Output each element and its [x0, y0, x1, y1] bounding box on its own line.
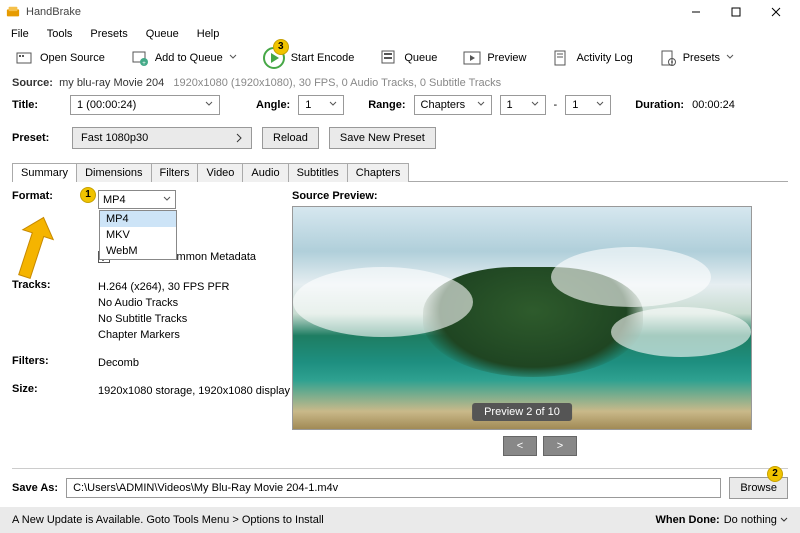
format-option-mp4[interactable]: MP4 — [100, 211, 176, 227]
duration-label: Duration: — [635, 99, 684, 111]
preview-button[interactable]: Preview — [457, 47, 532, 69]
svg-text:+: + — [142, 61, 146, 67]
title-select[interactable]: 1 (00:00:24) — [70, 95, 220, 115]
source-label: Source: — [12, 77, 53, 89]
app-icon — [6, 5, 20, 19]
annotation-badge-3: 3 — [273, 39, 289, 55]
maximize-button[interactable] — [716, 0, 756, 24]
preview-next-button[interactable]: > — [543, 436, 577, 456]
tab-subtitles[interactable]: Subtitles — [288, 163, 348, 182]
chevron-down-icon — [163, 194, 171, 206]
reload-button[interactable]: Reload — [262, 127, 319, 149]
add-to-queue-button[interactable]: + Add to Queue — [125, 47, 243, 69]
tab-chapters[interactable]: Chapters — [347, 163, 410, 182]
toolbar: Open Source + Add to Queue 3 Start Encod… — [0, 43, 800, 73]
queue-icon — [380, 49, 398, 67]
format-option-webm[interactable]: WebM — [100, 243, 176, 259]
browse-button[interactable]: Browse 2 — [729, 477, 788, 499]
preview-icon — [463, 49, 481, 67]
range-from-select[interactable]: 1 — [500, 95, 546, 115]
menu-help[interactable]: Help — [188, 26, 229, 42]
chevron-down-icon — [205, 99, 213, 111]
add-queue-label: Add to Queue — [155, 52, 223, 64]
preset-label: Preset: — [12, 132, 62, 144]
annotation-badge-1: 1 — [80, 187, 96, 203]
format-dropdown: MP4 MKV WebM — [99, 210, 177, 260]
source-preview-image: Preview 2 of 10 — [292, 206, 752, 430]
add-queue-icon: + — [131, 49, 149, 67]
track-line: H.264 (x264), 30 FPS PFR — [98, 279, 229, 295]
menubar: File Tools Presets Queue Help — [0, 24, 800, 43]
activity-log-button[interactable]: Activity Log — [546, 47, 638, 69]
preview-caption: Preview 2 of 10 — [472, 403, 572, 421]
menu-queue[interactable]: Queue — [137, 26, 188, 42]
annotation-badge-2: 2 — [767, 466, 783, 482]
format-select[interactable]: MP4 MP4 MKV WebM — [98, 190, 176, 209]
presets-icon — [659, 49, 677, 67]
filters-label: Filters: — [12, 355, 76, 367]
save-as-input[interactable] — [66, 478, 721, 498]
title-label: Title: — [12, 99, 62, 111]
chevron-down-icon — [477, 99, 485, 111]
chevron-right-icon — [235, 133, 243, 143]
chevron-down-icon — [726, 52, 734, 64]
menu-tools[interactable]: Tools — [38, 26, 82, 42]
presets-label: Presets — [683, 52, 720, 64]
tab-summary[interactable]: Summary — [12, 163, 77, 182]
format-label: Format: — [12, 190, 76, 202]
filters-value: Decomb — [98, 355, 139, 371]
source-preview-label: Source Preview: — [292, 190, 788, 202]
source-meta: 1920x1080 (1920x1080), 30 FPS, 0 Audio T… — [173, 77, 501, 89]
format-option-mkv[interactable]: MKV — [100, 227, 176, 243]
duration-value: 00:00:24 — [692, 99, 735, 111]
range-to-select[interactable]: 1 — [565, 95, 611, 115]
start-encode-button[interactable]: 3 Start Encode — [257, 45, 361, 71]
open-source-icon — [16, 49, 34, 67]
close-button[interactable] — [756, 0, 796, 24]
angle-label: Angle: — [256, 99, 290, 111]
minimize-button[interactable] — [676, 0, 716, 24]
chevron-down-icon — [229, 52, 237, 64]
source-name: my blu-ray Movie 204 — [59, 77, 164, 89]
activity-log-label: Activity Log — [576, 52, 632, 64]
save-new-preset-button[interactable]: Save New Preset — [329, 127, 436, 149]
play-icon: 3 — [263, 47, 285, 69]
chevron-down-icon — [329, 99, 337, 111]
size-label: Size: — [12, 383, 76, 395]
size-value: 1920x1080 storage, 1920x1080 display — [98, 383, 290, 399]
chevron-down-icon — [780, 516, 788, 524]
status-update-text: A New Update is Available. Goto Tools Me… — [12, 514, 324, 526]
range-type-select[interactable]: Chapters — [414, 95, 492, 115]
menu-file[interactable]: File — [2, 26, 38, 42]
tab-audio[interactable]: Audio — [242, 163, 288, 182]
preview-prev-button[interactable]: < — [503, 436, 537, 456]
track-line: No Audio Tracks — [98, 295, 229, 311]
track-line: No Subtitle Tracks — [98, 311, 229, 327]
window-title: HandBrake — [26, 6, 81, 18]
open-source-button[interactable]: Open Source — [10, 47, 111, 69]
tab-filters[interactable]: Filters — [151, 163, 199, 182]
range-sep: - — [554, 99, 558, 111]
tab-dimensions[interactable]: Dimensions — [76, 163, 151, 182]
track-line: Chapter Markers — [98, 327, 229, 343]
when-done-select[interactable]: Do nothing — [724, 514, 788, 526]
start-encode-label: Start Encode — [291, 52, 355, 64]
chevron-down-icon — [531, 99, 539, 111]
when-done-label: When Done: — [656, 514, 720, 526]
open-source-label: Open Source — [40, 52, 105, 64]
activity-log-icon — [552, 49, 570, 67]
menu-presets[interactable]: Presets — [81, 26, 136, 42]
chevron-down-icon — [596, 99, 604, 111]
tab-video[interactable]: Video — [197, 163, 243, 182]
preview-label: Preview — [487, 52, 526, 64]
range-label: Range: — [368, 99, 405, 111]
save-as-label: Save As: — [12, 482, 58, 494]
queue-button[interactable]: Queue — [374, 47, 443, 69]
presets-button[interactable]: Presets — [653, 47, 740, 69]
queue-label: Queue — [404, 52, 437, 64]
angle-select[interactable]: 1 — [298, 95, 344, 115]
preset-select[interactable]: Fast 1080p30 — [72, 127, 252, 149]
